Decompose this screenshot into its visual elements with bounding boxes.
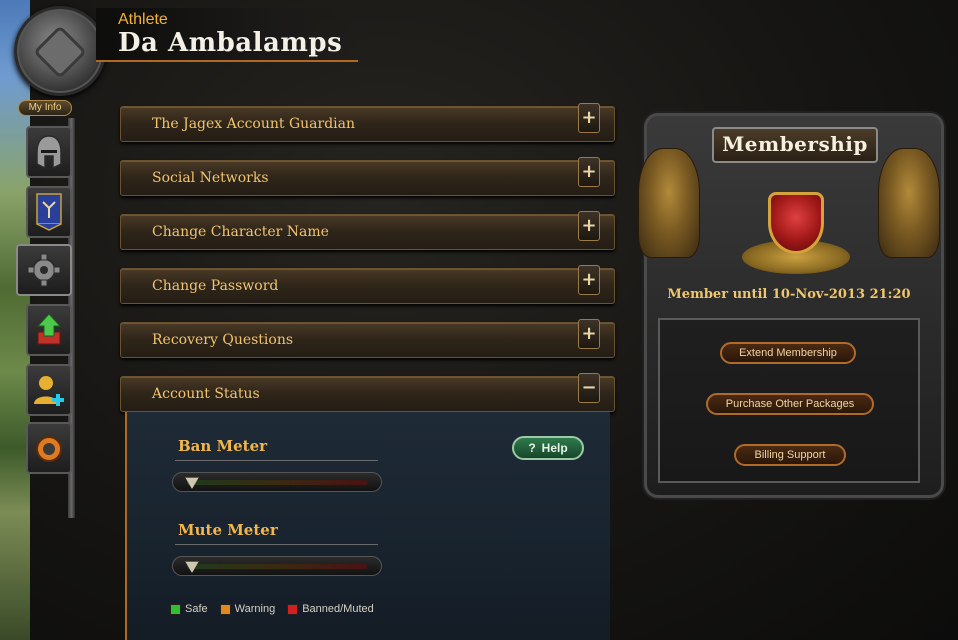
section-label: Social Networks — [152, 170, 269, 186]
nav-button-settings[interactable] — [16, 244, 72, 296]
mute-meter-pointer — [185, 561, 199, 573]
legend-swatch — [287, 603, 299, 615]
collapse-button[interactable]: − — [578, 373, 600, 403]
purchase-packages-button[interactable]: Purchase Other Packages — [706, 393, 874, 415]
section-account-status[interactable]: Account Status − — [120, 373, 615, 412]
gear-icon — [27, 253, 61, 287]
section-change-password[interactable]: Change Password + — [120, 265, 615, 304]
help-button[interactable]: ? Help — [512, 436, 584, 460]
legend-label: Warning — [234, 603, 276, 615]
legend-warning: Warning — [219, 603, 276, 615]
help-label: Help — [541, 441, 568, 455]
expand-button[interactable]: + — [578, 211, 600, 241]
ban-meter — [172, 472, 382, 492]
player-title: Athlete — [118, 11, 168, 28]
expand-button[interactable]: + — [578, 319, 600, 349]
nav-button-events[interactable] — [26, 422, 72, 474]
nav-button-profile[interactable] — [26, 126, 72, 178]
ban-meter-label: Ban Meter — [178, 437, 268, 455]
nav-button-add-friend[interactable] — [26, 364, 72, 416]
dragon-left-icon — [638, 148, 700, 258]
section-account-guardian[interactable]: The Jagex Account Guardian + — [120, 103, 615, 142]
section-recovery-questions[interactable]: Recovery Questions + — [120, 319, 615, 358]
player-emblem — [14, 6, 106, 96]
banner-icon — [36, 193, 62, 231]
clan-crest-icon — [33, 25, 87, 79]
section-label: Account Status — [152, 386, 260, 402]
expand-button[interactable]: + — [578, 103, 600, 133]
section-label: Change Character Name — [152, 224, 329, 240]
expand-button[interactable]: + — [578, 265, 600, 295]
meter-legend: Safe Warning Banned/Muted — [170, 603, 374, 615]
expand-button[interactable]: + — [578, 157, 600, 187]
membership-title: Membership — [722, 132, 868, 156]
dragon-right-icon — [878, 148, 940, 258]
helmet-icon — [36, 135, 62, 170]
nav-button-clan[interactable] — [26, 186, 72, 238]
legend-safe: Safe — [170, 603, 208, 615]
section-label: The Jagex Account Guardian — [152, 116, 356, 132]
nav-button-upgrade[interactable] — [26, 304, 72, 356]
section-label: Change Password — [152, 278, 279, 294]
divider — [175, 544, 378, 545]
membership-shield-icon — [768, 192, 824, 254]
billing-support-button[interactable]: Billing Support — [734, 444, 846, 466]
ban-meter-pointer — [185, 477, 199, 489]
legend-swatch — [170, 603, 181, 615]
mute-meter — [172, 556, 382, 576]
divider — [175, 460, 378, 461]
extend-membership-button[interactable]: Extend Membership — [720, 342, 856, 364]
legend-label: Banned/Muted — [302, 603, 374, 615]
section-change-character-name[interactable]: Change Character Name + — [120, 211, 615, 250]
membership-expiry: Member until 10-Nov-2013 21:20 — [667, 287, 911, 302]
legend-banned-muted: Banned/Muted — [287, 603, 374, 615]
section-social-networks[interactable]: Social Networks + — [120, 157, 615, 196]
upgrade-arrow-icon — [36, 313, 62, 345]
legend-label: Safe — [185, 603, 208, 615]
bomb-icon — [36, 436, 62, 462]
add-friend-icon — [34, 376, 64, 406]
legend-swatch — [219, 603, 231, 615]
mute-meter-label: Mute Meter — [178, 521, 278, 539]
player-name: Da Ambalamps — [118, 28, 343, 58]
question-icon: ? — [528, 441, 536, 455]
my-info-tab[interactable]: My Info — [18, 100, 72, 116]
section-label: Recovery Questions — [152, 332, 294, 348]
